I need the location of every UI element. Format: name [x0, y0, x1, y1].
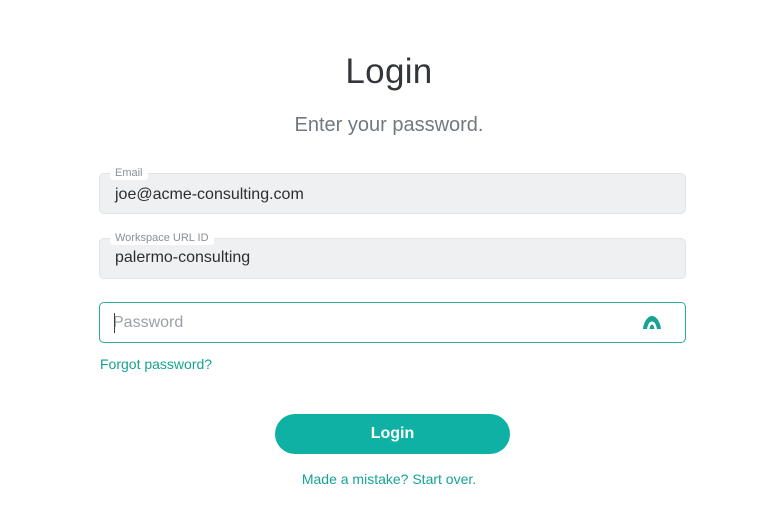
workspace-url-label: Workspace URL ID — [110, 231, 214, 245]
workspace-url-field[interactable]: Workspace URL ID palermo-consulting — [99, 231, 686, 279]
workspace-url-value: palermo-consulting — [115, 249, 251, 266]
email-field[interactable]: Email joe@acme-consulting.com — [99, 166, 686, 214]
email-value: joe@acme-consulting.com — [115, 186, 304, 203]
forgot-password-link[interactable]: Forgot password? — [100, 356, 212, 372]
email-label: Email — [110, 166, 148, 180]
start-over-link[interactable]: Made a mistake? Start over. — [0, 471, 778, 487]
text-cursor — [114, 313, 115, 333]
page-title: Login — [345, 52, 433, 91]
page-subtitle: Enter your password. — [294, 114, 484, 136]
eye-toggle-icon[interactable] — [641, 312, 663, 334]
password-input[interactable] — [113, 311, 633, 335]
password-field[interactable] — [99, 302, 686, 343]
login-button[interactable]: Login — [275, 414, 510, 454]
